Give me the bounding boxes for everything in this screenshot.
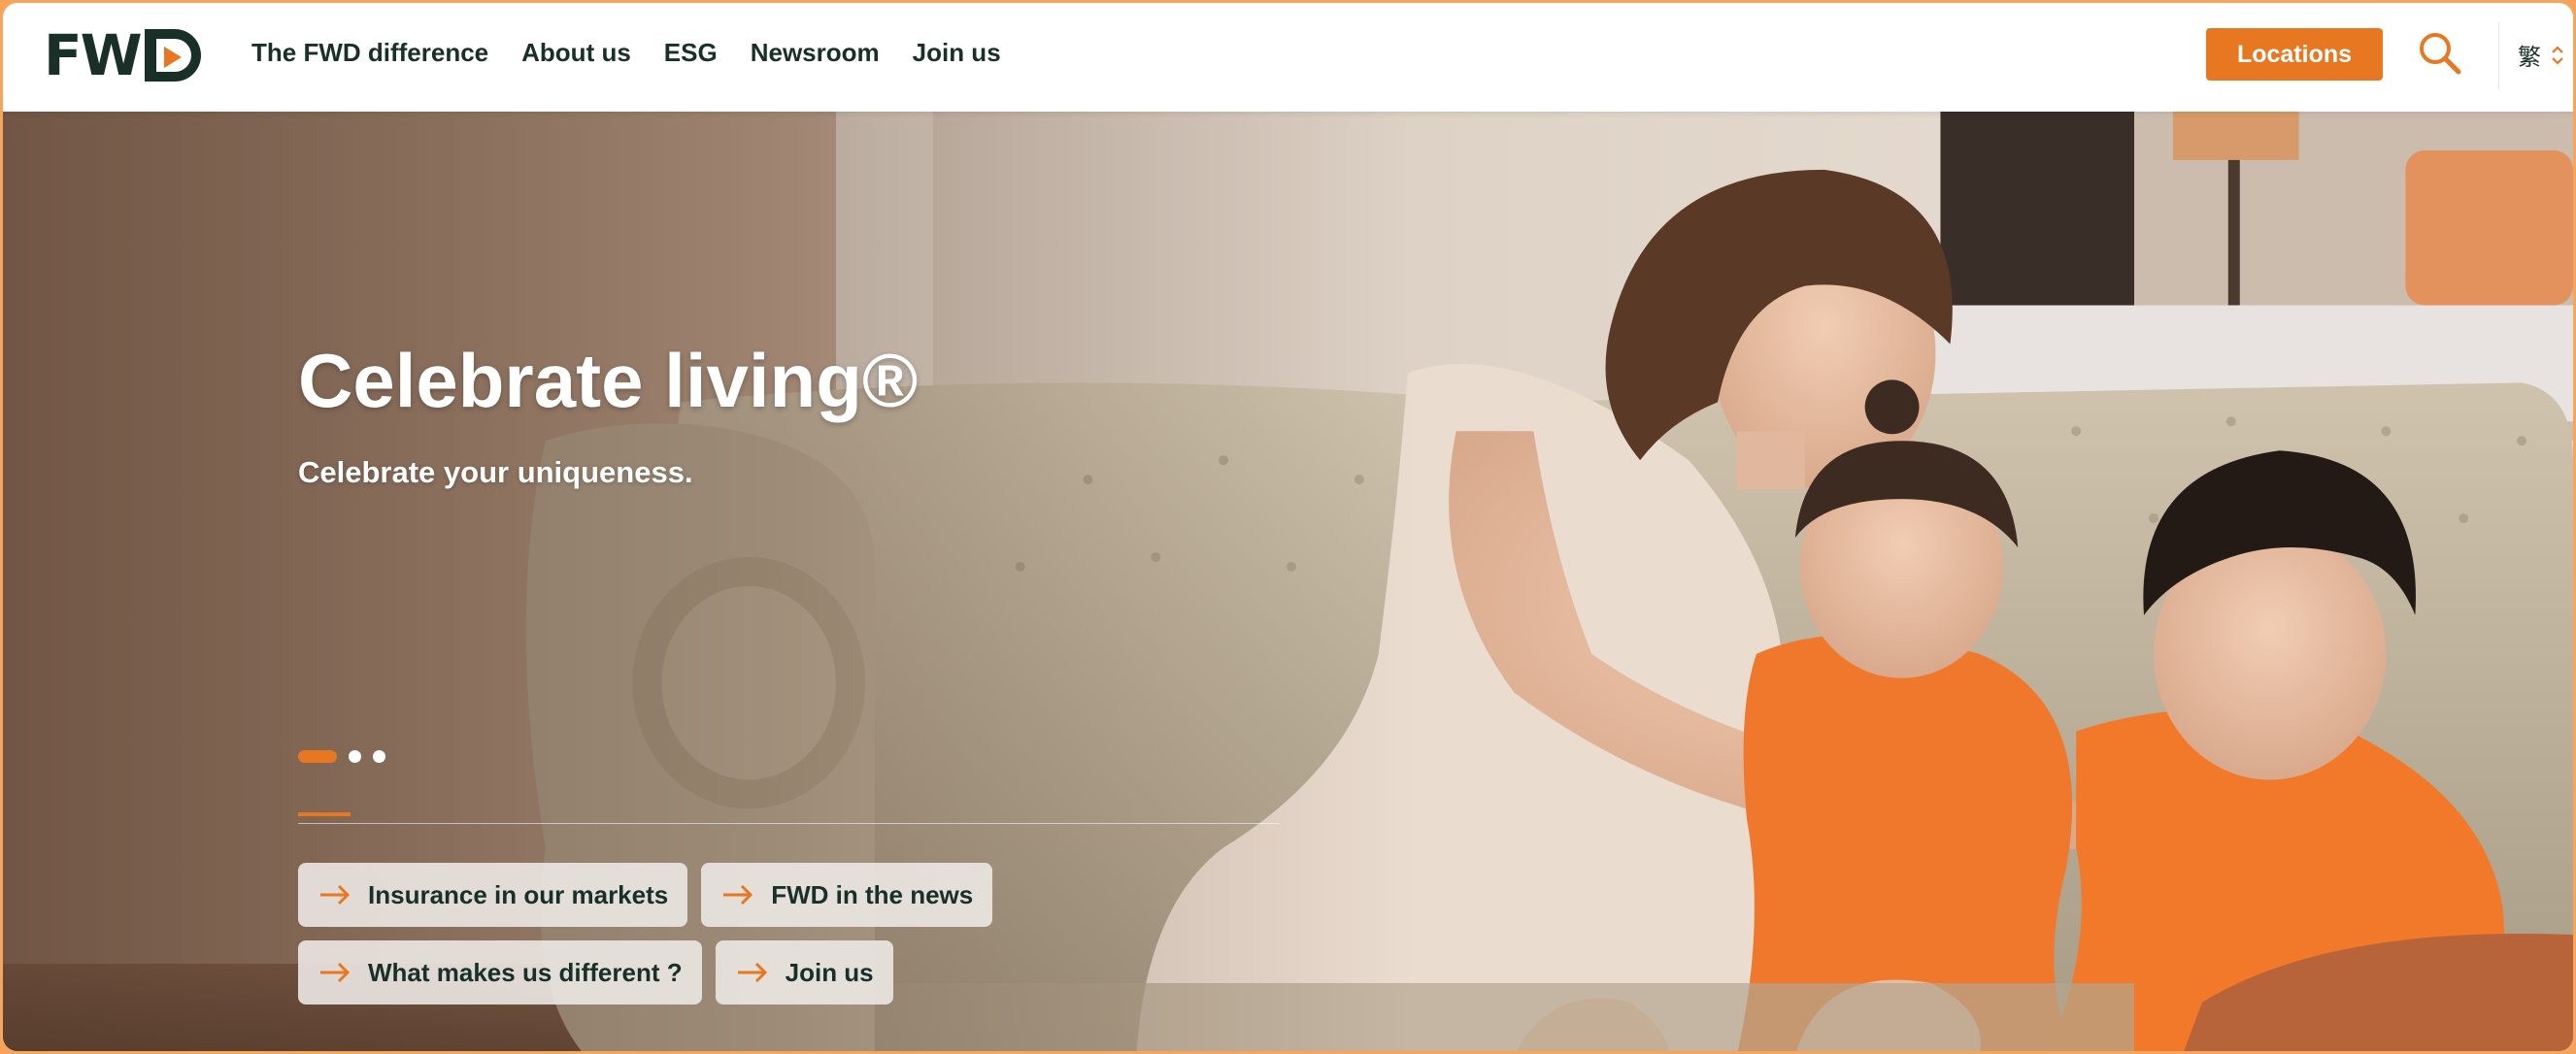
language-selected-value: 繁 [2518, 44, 2541, 71]
arrow-right-icon [723, 885, 753, 905]
carousel-indicators [298, 750, 385, 763]
divider-accent [298, 812, 351, 816]
quick-link-fwd-news[interactable]: FWD in the news [701, 863, 993, 927]
fwd-logo[interactable]: FW [44, 22, 201, 88]
carousel-dot-2[interactable] [349, 750, 361, 763]
chevron-up-down-icon [2551, 45, 2564, 66]
quick-link-label: FWD in the news [771, 879, 974, 909]
site-header: FW The FWD difference About us ESG Newsr… [3, 3, 2573, 112]
quick-links: Insurance in our markets FWD in the news… [298, 863, 1327, 1018]
logo-wordmark: FW [44, 22, 143, 88]
hero-banner: Celebrate living® Celebrate your uniquen… [3, 112, 2573, 1051]
quick-link-label: Insurance in our markets [368, 879, 669, 909]
browser-frame: FW The FWD difference About us ESG Newsr… [0, 0, 2576, 1054]
arrow-right-icon [737, 963, 767, 982]
hero-subtitle: Celebrate your uniqueness. [298, 455, 693, 489]
quick-link-join-us[interactable]: Join us [715, 940, 893, 1005]
carousel-dot-1[interactable] [298, 750, 337, 763]
nav-item-join-us[interactable]: Join us [913, 38, 1001, 68]
logo-d-mark-icon [144, 29, 201, 82]
arrow-right-icon [320, 963, 351, 982]
locations-button[interactable]: Locations [2206, 28, 2383, 81]
arrow-right-icon [320, 885, 351, 905]
nav-item-fwd-difference[interactable]: The FWD difference [251, 38, 488, 68]
language-selector[interactable]: 繁 [2518, 38, 2564, 72]
quick-link-insurance-markets[interactable]: Insurance in our markets [298, 863, 688, 927]
quick-link-what-makes-us-different[interactable]: What makes us different ? [298, 940, 702, 1005]
hero-title: Celebrate living® [298, 338, 919, 423]
quick-links-row: What makes us different ? Join us [298, 940, 1327, 1005]
quick-links-row: Insurance in our markets FWD in the news [298, 863, 1327, 927]
divider-line [298, 823, 1279, 824]
search-icon[interactable] [2417, 30, 2463, 77]
nav-item-about-us[interactable]: About us [521, 38, 631, 68]
quick-link-label: What makes us different ? [368, 957, 683, 987]
main-nav: The FWD difference About us ESG Newsroom… [251, 38, 1001, 68]
nav-item-newsroom[interactable]: Newsroom [751, 38, 880, 68]
nav-item-esg[interactable]: ESG [664, 38, 718, 68]
carousel-dot-3[interactable] [373, 750, 385, 763]
header-divider [2498, 22, 2499, 90]
quick-link-label: Join us [785, 957, 874, 987]
